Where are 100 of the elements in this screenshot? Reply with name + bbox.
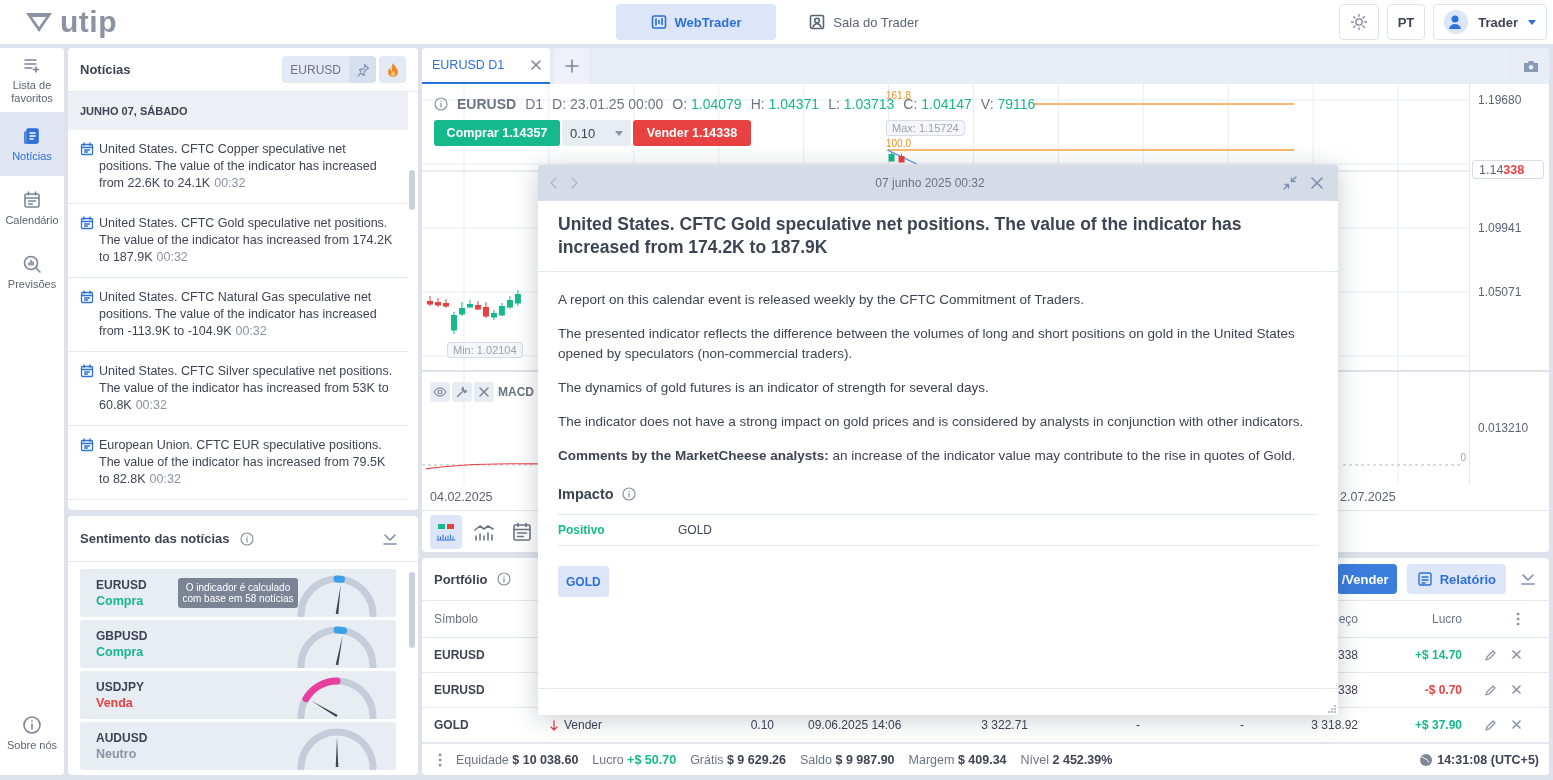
sidebar-item[interactable]: Sobre nós [0, 701, 64, 765]
scrollbar[interactable] [409, 572, 415, 648]
news-item[interactable]: United States. CFTC Silver speculative net positions. The value of the indicator has increased from 53K to 60.8K 00:32 [68, 352, 408, 426]
nav-tab[interactable]: WebTrader [616, 4, 776, 40]
trending-button[interactable] [379, 56, 406, 83]
table-cell-text: 3 322.71 [980, 718, 1028, 732]
table-cell-text: - [1135, 718, 1140, 732]
sun-icon [1349, 13, 1368, 31]
table-cell-text: +$ 37.90 [1413, 718, 1462, 732]
caret-icon [1528, 19, 1536, 25]
language-button[interactable]: PT [1386, 4, 1426, 40]
calendar-icon [80, 216, 94, 230]
ohlc-field: V: 79116 [980, 96, 1036, 112]
previous-icon[interactable] [550, 177, 558, 189]
body-paragraph: A report on this calendar event is released weekly by the CFTC Commitment of Traders. [558, 291, 1085, 309]
impact-label: Positivo [558, 522, 606, 539]
chart-type-button[interactable] [430, 514, 462, 549]
table-cell-text: GOLD [434, 718, 470, 732]
section-title: Impacto [558, 485, 614, 504]
ohlc-field: H: 1.04371 [750, 96, 820, 112]
filter-chip[interactable]: EURUSD [282, 56, 376, 83]
trade-button[interactable]: /Vender [1336, 564, 1397, 594]
resize-grip-icon[interactable] [1328, 705, 1336, 713]
table-cell-text: EURUSD [434, 683, 486, 697]
tooltip: O indicador é calculado com base em 58 notícias [178, 578, 298, 608]
sidebar-item[interactable]: Lista de favoritos [0, 48, 64, 112]
info-icon [434, 97, 448, 111]
sidebar-item[interactable]: Previsões [0, 240, 64, 304]
close-icon[interactable] [1511, 718, 1522, 730]
table-cell-text: -$ 0.70 [1423, 683, 1462, 697]
symbol-text: EURUSD [457, 96, 517, 112]
symbol-text: GBPUSD [96, 629, 148, 643]
axis-label: 0.013210 [1478, 421, 1529, 435]
tag-button[interactable]: GOLD [558, 566, 609, 597]
impact-asset: GOLD [678, 522, 712, 539]
candlestick [443, 298, 449, 309]
news-item[interactable]: United States. CFTC Copper speculative net positions. The value of the indicator has increased from 22.6K to 24.1K 00:32 [68, 130, 408, 204]
news-item[interactable]: United States. CFTC Gold speculative net positions. The value of the indicator has increased from 174.2K to 187.9K 00:32 [68, 204, 408, 278]
date-label: 04.02.2025 [430, 490, 493, 504]
user-menu-button[interactable]: Trader [1433, 4, 1547, 40]
info-icon [22, 714, 42, 735]
calendar-icon [80, 142, 94, 156]
column-header: Símbolo [434, 612, 480, 626]
table-cell-text: 338 [1336, 683, 1358, 697]
status-item: Nível 2 452.39% [1020, 752, 1113, 767]
report-button[interactable]: Relatório [1406, 564, 1506, 594]
status-item: Lucro +$ 50.70 [592, 752, 677, 767]
sidebar-item[interactable]: Notícias [0, 112, 64, 176]
level-label: 100.0 [886, 138, 912, 149]
close-icon[interactable] [1511, 648, 1522, 660]
theme-button[interactable] [1338, 4, 1379, 40]
edit-icon[interactable] [1484, 683, 1497, 697]
info-icon [239, 531, 254, 546]
report-icon [1416, 571, 1433, 587]
quantity-dropdown[interactable]: 0.10 [562, 120, 631, 146]
table-cell-text: +$ 14.70 [1413, 648, 1462, 662]
trend-line[interactable] [886, 149, 918, 165]
settings-button[interactable] [452, 382, 472, 402]
wrench-icon [456, 386, 468, 398]
visibility-button[interactable] [430, 382, 450, 402]
next-icon[interactable] [570, 177, 578, 189]
sidebar-item[interactable]: Calendário [0, 176, 64, 240]
body-paragraph: The dynamics of gold futures is an indicator of strength for several days. [558, 379, 990, 397]
news-item[interactable]: European Union. CFTC EUR speculative positions. The value of the indicator has increased from 79.5K to 82.8K 00:32 [68, 426, 408, 500]
news-text: United States. CFTC Natural Gas speculative net positions. The value of the indicator has increased from -113.9K to -104.9K 00:32 [99, 289, 378, 340]
logo-icon [24, 10, 54, 34]
news-text: European Union. CFTC EUR speculative positions. The value of the indicator has increased from 79.5K to 82.8K 00:32 [99, 437, 387, 488]
status-item: Equidade $ 10 038.60 [456, 752, 579, 767]
info-icon [497, 572, 512, 586]
table-cell-text: EURUSD [434, 648, 486, 662]
remove-button[interactable] [474, 382, 494, 402]
axis-label: 1.05071 [1478, 285, 1522, 299]
edit-icon[interactable] [1484, 648, 1497, 662]
panel-title: Portfólio [434, 571, 488, 587]
pin-button[interactable] [349, 56, 376, 83]
close-icon[interactable] [1310, 176, 1324, 190]
sell-button[interactable]: Vender 1.14338 [633, 120, 751, 146]
edit-icon[interactable] [1484, 718, 1497, 732]
add-tab-button[interactable] [554, 48, 589, 84]
calendar-icon [80, 290, 94, 304]
axis-label: 1.19680 [1478, 93, 1522, 107]
close-icon[interactable] [1511, 683, 1522, 695]
globe-icon [1419, 752, 1434, 767]
news-item[interactable]: United States. CFTC Natural Gas speculative net positions. The value of the indicator has increased from -113.9K to -104.9K 00:32 [68, 278, 408, 352]
status-item: Saldo $ 9 987.90 [800, 752, 895, 767]
more-icon [438, 752, 442, 767]
caret-icon [615, 130, 623, 136]
eye-icon [433, 387, 447, 397]
clock-text: 14:31:08 (UTC+5) [1437, 752, 1539, 767]
chart-tab[interactable]: EURUSD D1 [422, 48, 550, 84]
scrollbar[interactable] [409, 170, 415, 210]
column-header: Lucro [1430, 612, 1462, 626]
minimize-icon[interactable] [1282, 175, 1298, 191]
flame-icon [385, 61, 400, 78]
news-text: United States. CFTC Silver speculative net positions. The value of the indicator has increased from 53K to 60.8K 00:32 [99, 363, 394, 414]
nav-tab[interactable]: Sala do Trader [784, 4, 944, 40]
status-item: Margem $ 409.34 [908, 752, 1007, 767]
news-text: United States. CFTC Copper speculative net positions. The value of the indicator has increased from 22.6K to 24.1K 00:32 [99, 141, 378, 192]
sentiment-label: Compra [96, 645, 144, 659]
symbol-text: USDJPY [96, 680, 145, 694]
